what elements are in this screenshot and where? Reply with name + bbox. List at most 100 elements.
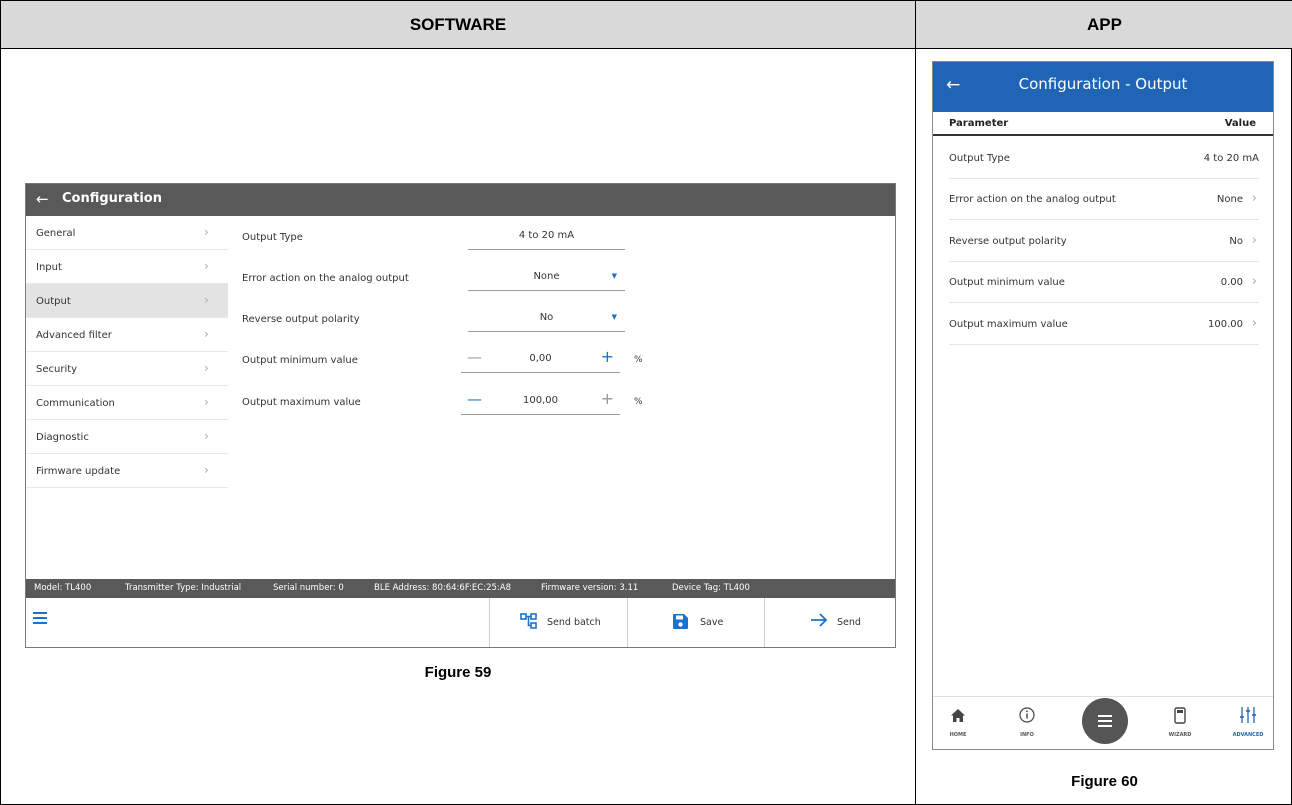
nav-label: INFO <box>1020 732 1034 738</box>
chevron-right-icon: › <box>204 225 209 239</box>
window-title: Configuration <box>62 191 162 206</box>
menu-fab-button[interactable] <box>1082 698 1128 744</box>
dropdown-arrow-icon: ▼ <box>611 313 617 321</box>
send-batch-button[interactable]: Send batch <box>489 598 627 647</box>
param-row-error-action: Error action on the analog output None ▼ <box>242 265 672 295</box>
send-batch-label: Send batch <box>547 617 601 628</box>
row-value: 4 to 20 mA <box>1203 153 1259 164</box>
back-arrow-icon[interactable]: ← <box>36 190 49 208</box>
chevron-right-icon: › <box>1251 316 1257 331</box>
send-label: Send <box>837 617 861 628</box>
bottom-nav: HOME INFO WIZARD ADVANCED <box>933 696 1273 749</box>
sidebar-item-label: Firmware update <box>36 466 121 477</box>
field-value: 4 to 20 mA <box>518 230 575 241</box>
app-header: ← Configuration - Output <box>933 62 1273 112</box>
software-column-header: SOFTWARE <box>409 15 507 34</box>
output-type-value: 4 to 20 mA <box>468 224 625 250</box>
hamburger-menu-icon[interactable] <box>33 612 47 625</box>
error-action-dropdown[interactable]: None ▼ <box>468 265 625 291</box>
app-row-error-action[interactable]: Error action on the analog output None › <box>949 179 1259 220</box>
window-title-bar: ← Configuration <box>26 184 895 216</box>
param-label: Output maximum value <box>242 397 361 408</box>
row-value: No <box>1229 236 1243 247</box>
arrow-right-icon <box>810 612 828 631</box>
chevron-right-icon: › <box>204 361 209 375</box>
chevron-right-icon: › <box>204 429 209 443</box>
save-icon <box>672 613 689 633</box>
param-row-output-min: Output minimum value — 0,00 + % <box>242 347 672 377</box>
app-row-output-max[interactable]: Output maximum value 100.00 › <box>949 304 1259 345</box>
sidebar-item-label: Advanced filter <box>36 330 112 341</box>
nav-label: ADVANCED <box>1232 732 1264 738</box>
send-button[interactable]: Send <box>764 598 895 647</box>
device-icon <box>1155 707 1205 728</box>
chevron-right-icon: › <box>204 293 209 307</box>
chevron-right-icon: › <box>204 463 209 477</box>
nav-advanced[interactable]: ADVANCED <box>1223 697 1273 750</box>
app-row-output-min[interactable]: Output minimum value 0.00 › <box>949 262 1259 303</box>
sidebar-item-label: Output <box>36 296 71 307</box>
chevron-right-icon: › <box>1251 274 1257 289</box>
firmware-version-info: Firmware version: 3.11 <box>541 583 639 593</box>
save-button[interactable]: Save <box>627 598 764 647</box>
row-value: None <box>1216 194 1243 205</box>
chevron-right-icon: › <box>204 395 209 409</box>
param-label: Output Type <box>242 232 303 243</box>
reverse-polarity-dropdown[interactable]: No ▼ <box>468 306 625 332</box>
sidebar-item-label: Diagnostic <box>36 432 89 443</box>
row-value: 100.00 <box>1208 319 1243 330</box>
bottom-toolbar: Send batch Save Send <box>26 598 895 647</box>
unit-label: % <box>634 355 643 365</box>
nav-label: HOME <box>949 732 967 738</box>
dropdown-arrow-icon: ▼ <box>611 272 617 280</box>
home-icon <box>933 707 983 726</box>
sidebar-item-label: Communication <box>36 398 115 409</box>
chevron-right-icon: › <box>204 259 209 273</box>
row-label: Reverse output polarity <box>949 236 1067 247</box>
config-sidebar: General › Input › Output › Advanced filter ›… <box>26 216 228 488</box>
sidebar-item-advanced-filter[interactable]: Advanced filter › <box>26 318 228 352</box>
sidebar-item-input[interactable]: Input › <box>26 250 228 284</box>
info-icon <box>1002 707 1052 727</box>
plus-icon[interactable]: + <box>601 389 614 408</box>
plus-icon[interactable]: + <box>601 347 614 366</box>
nav-wizard[interactable]: WIZARD <box>1155 697 1205 750</box>
sidebar-item-label: Security <box>36 364 78 375</box>
sidebar-item-security[interactable]: Security › <box>26 352 228 386</box>
param-row-output-type: Output Type 4 to 20 mA <box>242 224 672 254</box>
sidebar-item-communication[interactable]: Communication › <box>26 386 228 420</box>
sliders-icon <box>1223 707 1273 727</box>
param-row-reverse-polarity: Reverse output polarity No ▼ <box>242 306 672 336</box>
unit-label: % <box>634 397 643 407</box>
param-label: Output minimum value <box>242 355 358 366</box>
app-row-reverse-polarity[interactable]: Reverse output polarity No › <box>949 221 1259 262</box>
value-column-header: Value <box>1224 118 1256 129</box>
sidebar-item-label: Input <box>36 262 62 273</box>
output-min-stepper[interactable]: — 0,00 + <box>461 347 620 373</box>
sidebar-item-label: General <box>36 228 76 239</box>
parameter-column-header: Parameter <box>949 118 1009 129</box>
chevron-right-icon: › <box>204 327 209 341</box>
column-divider <box>915 1 916 805</box>
app-row-output-type: Output Type 4 to 20 mA <box>949 138 1259 179</box>
app-table-header: Parameter Value <box>933 112 1273 136</box>
param-label: Error action on the analog output <box>242 273 409 284</box>
serial-number-info: Serial number: 0 <box>273 583 344 593</box>
sidebar-item-diagnostic[interactable]: Diagnostic › <box>26 420 228 454</box>
batch-icon <box>520 613 538 632</box>
nav-info[interactable]: INFO <box>1002 697 1052 750</box>
sidebar-item-general[interactable]: General › <box>26 216 228 250</box>
dropdown-value: No <box>539 312 554 323</box>
dropdown-value: None <box>533 271 560 282</box>
nav-home[interactable]: HOME <box>933 697 983 750</box>
sidebar-item-output[interactable]: Output › <box>26 284 228 318</box>
figure-59-caption: Figure 59 <box>424 664 492 681</box>
row-label: Output Type <box>949 153 1010 164</box>
param-row-output-max: Output maximum value — 100,00 + % <box>242 389 672 419</box>
sidebar-item-firmware-update[interactable]: Firmware update › <box>26 454 228 488</box>
output-max-stepper[interactable]: — 100,00 + <box>461 389 620 415</box>
row-value: 0.00 <box>1220 277 1243 288</box>
ble-address-info: BLE Address: 80:64:6F:EC:25:A8 <box>374 583 511 593</box>
stepper-value: 0,00 <box>529 353 552 364</box>
nav-label: WIZARD <box>1168 732 1192 738</box>
